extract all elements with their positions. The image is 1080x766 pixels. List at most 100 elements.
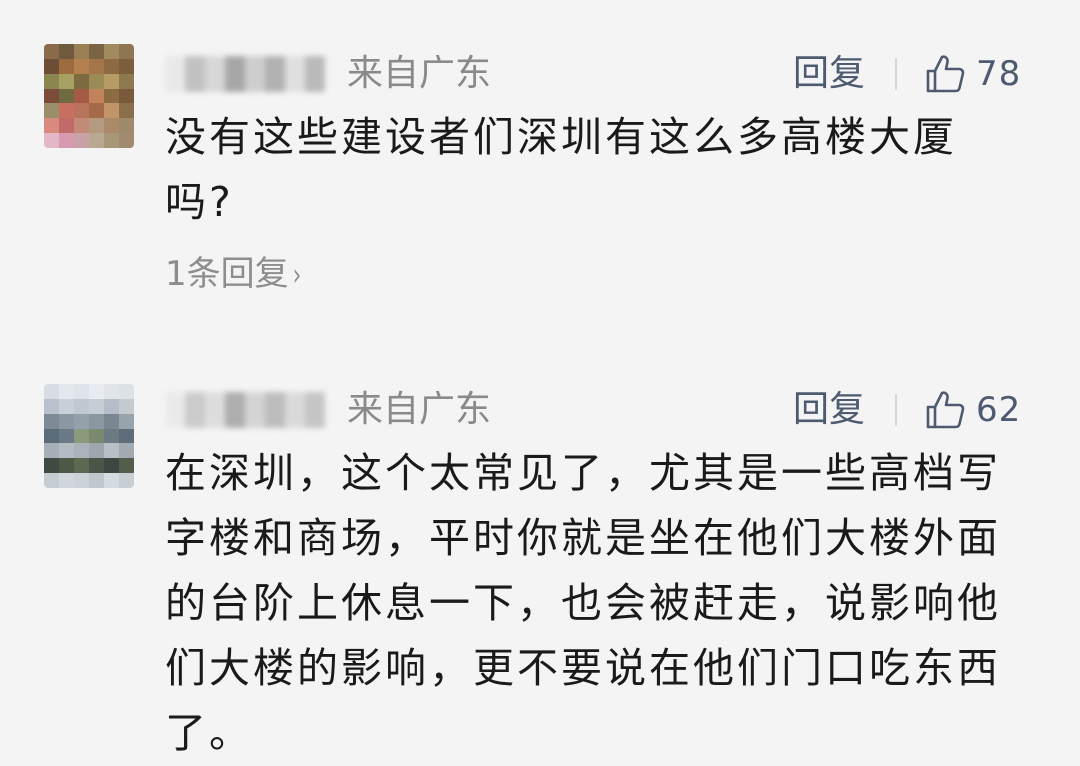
username-blur-block [305,56,325,92]
avatar-pixel [104,428,119,444]
comment-text: 在深圳，这个太常见了，尤其是一些高档写字楼和商场，平时你就是坐在他们大楼外面的台… [165,449,1001,757]
avatar-pixel [59,103,74,119]
avatar-pixel [74,413,89,429]
avatar-pixel [119,473,134,488]
view-replies-link[interactable]: 1条回复 › [165,252,303,298]
avatar-pixel [44,88,59,104]
avatar-pixel [74,384,89,399]
like-button[interactable]: 62 [924,388,1021,432]
avatar-pixel [44,44,59,59]
location-label: 来自广东 [347,389,492,430]
avatar-pixel [44,103,59,119]
divider [895,394,897,426]
avatar-pixel [59,443,74,459]
avatar-pixel [44,443,59,459]
like-count: 78 [976,54,1022,94]
reply-button[interactable]: 回复 [793,52,865,96]
avatar-pixel [59,428,74,444]
avatar-pixel [104,473,119,488]
avatar-pixel [59,398,74,414]
username-blur-block [285,392,305,428]
avatar-pixel [89,428,104,444]
avatar-pixel [74,58,89,74]
username-blur-block [205,56,225,92]
avatar-pixel [89,73,104,89]
avatar-pixel [74,473,89,488]
avatar-pixel [119,88,134,104]
username-blur-block [305,392,325,428]
avatar[interactable] [44,44,134,148]
avatar-pixel [74,88,89,104]
avatar-pixel [119,428,134,444]
avatar-pixel [89,103,104,119]
avatar-pixel [74,118,89,134]
comment-item: 来自广东 回复 62 在深圳，这个太常见了，尤其是一些高档写字楼和商场，平时你就… [0,340,1080,766]
avatar-pixel [59,118,74,134]
avatar-pixel [104,133,119,148]
comment-text: 没有这些建设者们深圳有这么多高楼大厦吗? [165,113,957,226]
avatar-pixel [44,458,59,474]
username-blur-block [165,392,185,428]
avatar-pixel [104,384,119,399]
avatar-pixel [104,73,119,89]
username-blur-block [245,56,265,92]
thumbs-up-icon [926,391,965,429]
username-blur-block [245,392,265,428]
avatar-pixel [119,44,134,59]
avatar-pixel [44,133,59,148]
avatar-pixel [104,44,119,59]
avatar-pixel [119,103,134,119]
avatar-pixel [44,73,59,89]
avatar-pixel [59,413,74,429]
avatar-pixel [104,413,119,429]
avatar-pixel [119,443,134,459]
avatar-pixel [59,384,74,399]
avatar-pixel [59,458,74,474]
avatar-pixel [74,398,89,414]
avatar-pixel [44,118,59,134]
avatar-pixel [119,398,134,414]
divider [895,58,897,90]
comment-item: 来自广东 回复 78 没有这些建设者们深圳有这么多高楼大厦吗? 1条回复 › [0,0,1080,340]
avatar-pixel [119,413,134,429]
avatar-pixel [89,384,104,399]
like-button[interactable]: 78 [924,52,1021,96]
location-label: 来自广东 [347,53,492,94]
avatar-pixel [59,44,74,59]
avatar[interactable] [44,384,134,488]
avatar-pixel [104,88,119,104]
avatar-pixel [74,103,89,119]
avatar-pixel [89,398,104,414]
username-blur-block [225,392,245,428]
avatar-pixel [104,398,119,414]
avatar-pixel [119,73,134,89]
username-blur-block [185,56,205,92]
avatar-pixel [74,44,89,59]
username-blur-block [205,392,225,428]
avatar-pixel [44,473,59,488]
replies-count-label: 1条回复 [165,254,289,294]
username-blurred[interactable] [165,56,325,92]
avatar-pixel [104,58,119,74]
avatar-pixel [89,443,104,459]
avatar-pixel [104,443,119,459]
avatar-pixel [89,413,104,429]
username-blur-block [185,392,205,428]
avatar-pixel [89,118,104,134]
username-blurred[interactable] [165,392,325,428]
username-blur-block [265,392,285,428]
username-blur-block [165,56,185,92]
avatar-pixel [104,458,119,474]
avatar-pixel [89,88,104,104]
reply-button[interactable]: 回复 [793,388,865,432]
avatar-pixel [74,428,89,444]
thumbs-up-icon [926,55,965,93]
avatar-pixel [74,443,89,459]
avatar-pixel [74,73,89,89]
avatar-pixel [89,458,104,474]
avatar-pixel [104,103,119,119]
chevron-right-icon: › [292,258,301,293]
avatar-pixel [59,88,74,104]
avatar-pixel [74,133,89,148]
avatar-pixel [44,428,59,444]
